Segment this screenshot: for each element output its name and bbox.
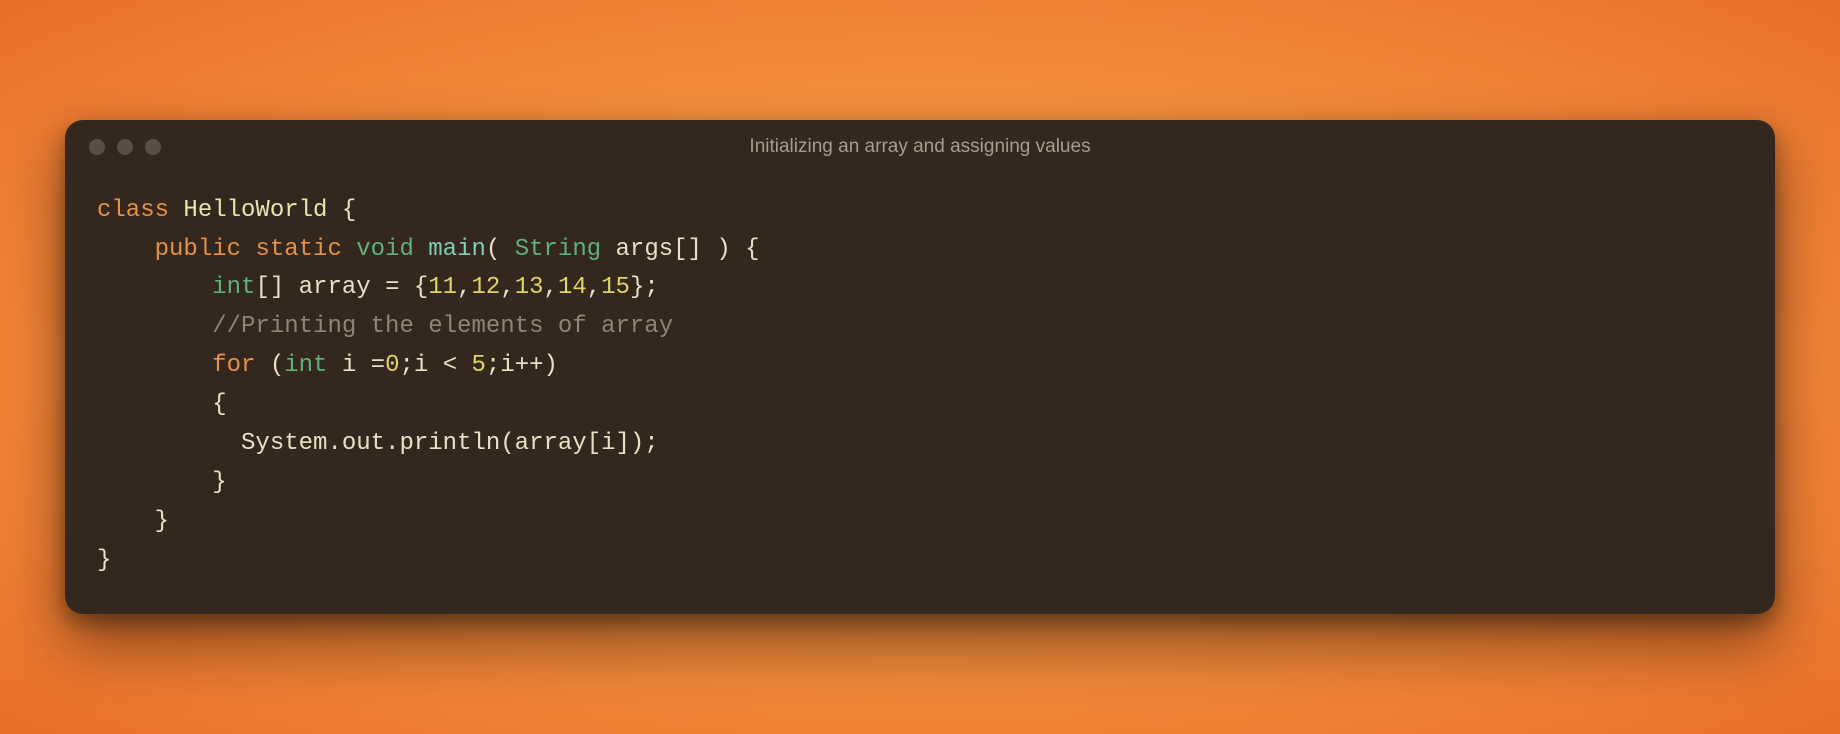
method-main: main: [428, 236, 486, 263]
array-decl: array = {: [284, 274, 428, 301]
zoom-icon[interactable]: [145, 139, 161, 155]
keyword-static: static: [255, 236, 341, 263]
code-block: class HelloWorld { public static void ma…: [65, 174, 1775, 581]
type-string: String: [515, 236, 601, 263]
comma: ,: [587, 274, 601, 301]
num: 15: [601, 274, 630, 301]
window-controls: [89, 139, 161, 155]
num: 13: [515, 274, 544, 301]
comma: ,: [500, 274, 514, 301]
indent: [97, 469, 212, 496]
keyword-class: class: [97, 197, 169, 224]
comma: ,: [457, 274, 471, 301]
type-int: int: [212, 274, 255, 301]
titlebar: Initializing an array and assigning valu…: [65, 120, 1775, 174]
indent: [97, 313, 212, 340]
keyword-for: for: [212, 352, 255, 379]
num: 11: [428, 274, 457, 301]
num: 14: [558, 274, 587, 301]
comment: //Printing the elements of array: [212, 313, 673, 340]
type-int: int: [284, 352, 327, 379]
num: 12: [472, 274, 501, 301]
keyword-public: public: [155, 236, 241, 263]
inc: ;i++): [486, 352, 558, 379]
brace: }: [97, 547, 111, 574]
num: 5: [472, 352, 486, 379]
brace: }: [155, 508, 169, 535]
keyword-void: void: [356, 236, 414, 263]
indent: [97, 274, 212, 301]
indent: [97, 430, 241, 457]
indent: [97, 508, 155, 535]
indent: [97, 352, 212, 379]
brace: {: [212, 391, 226, 418]
brackets: []: [255, 274, 284, 301]
num: 0: [385, 352, 399, 379]
i-eq: i =: [327, 352, 385, 379]
indent: [97, 236, 155, 263]
minimize-icon[interactable]: [117, 139, 133, 155]
paren: (: [255, 352, 284, 379]
args: args[] ) {: [601, 236, 759, 263]
brace: {: [327, 197, 356, 224]
code-window: Initializing an array and assigning valu…: [65, 120, 1775, 615]
close-icon[interactable]: [89, 139, 105, 155]
indent: [97, 391, 212, 418]
println: System.out.println(array[i]);: [241, 430, 659, 457]
comma: ,: [544, 274, 558, 301]
paren: (: [486, 236, 515, 263]
window-title: Initializing an array and assigning valu…: [65, 136, 1775, 158]
brace: }: [212, 469, 226, 496]
class-name: HelloWorld: [183, 197, 327, 224]
semi: ;: [399, 352, 413, 379]
arr-close: };: [630, 274, 659, 301]
cond: i <: [414, 352, 472, 379]
